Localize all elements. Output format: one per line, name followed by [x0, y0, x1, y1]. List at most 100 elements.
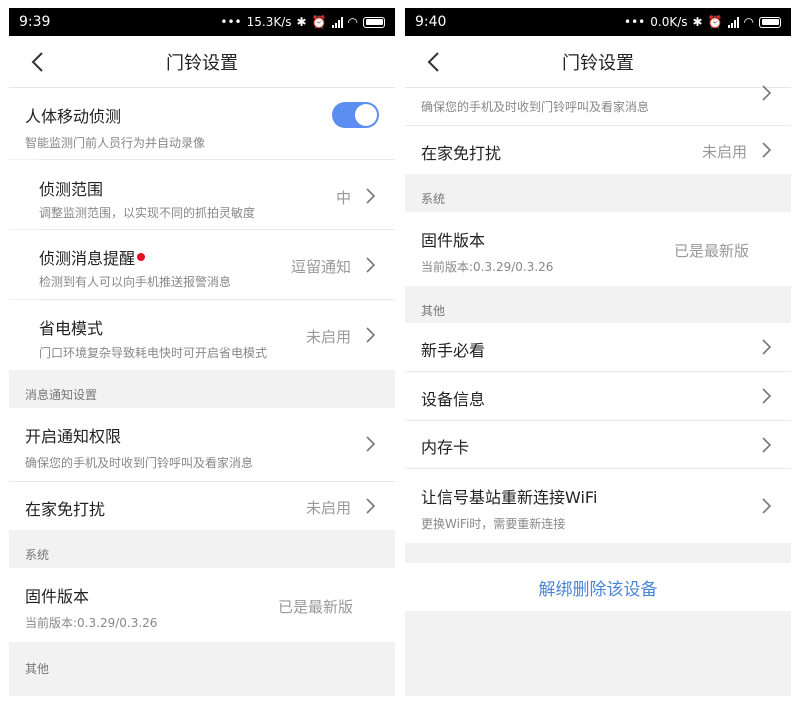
firmware-version: 当前版本:0.3.29/0.3.26: [421, 260, 554, 274]
firmware-label: 固件版本: [421, 231, 486, 250]
network-speed: 0.0K/s: [650, 15, 688, 29]
back-button[interactable]: [419, 48, 447, 76]
bluetooth-icon: ✱: [692, 15, 703, 29]
dnd-value: 未启用: [701, 143, 747, 161]
detect-range-label: 侦测范围: [39, 180, 104, 199]
unbind-device-button[interactable]: 解绑删除该设备: [405, 563, 791, 611]
detect-alert-desc: 检测到有人可以向手机推送报警消息: [39, 275, 232, 289]
more-dots-icon: •••: [220, 15, 242, 29]
section-header-other: 其他: [405, 286, 791, 323]
detect-alert-label-wrap: 侦测消息提醒: [39, 245, 146, 269]
motion-detect-row: 人体移动侦测 智能监测门前人员行为并自动录像: [9, 89, 395, 159]
wifi-icon: ◠: [347, 15, 358, 29]
dnd-label: 在家免打扰: [421, 144, 502, 163]
new-badge-dot: [137, 252, 146, 261]
notify-permission-label: 开启通知权限: [25, 427, 122, 446]
power-save-value: 未启用: [305, 328, 351, 346]
motion-detect-desc: 智能监测门前人员行为并自动录像: [25, 136, 206, 150]
chevron-right-icon: [366, 436, 376, 452]
dnd-value: 未启用: [305, 499, 351, 517]
back-button[interactable]: [23, 48, 51, 76]
chevron-left-icon: [427, 52, 439, 72]
section-header-system: 系统: [9, 530, 395, 568]
firmware-label: 固件版本: [25, 587, 90, 606]
chevron-right-icon: [762, 339, 772, 355]
detect-alert-value: 逗留通知: [290, 258, 351, 276]
toggle-knob: [355, 104, 377, 126]
phone-screen-right: 9:40 ••• 0.0K/s ✱ ⏰ ◠ 门铃设置 确保您的手机及时收到门铃呼…: [405, 8, 791, 696]
battery-icon: [363, 16, 385, 28]
power-save-row[interactable]: 省电模式 门口环境复杂导致耗电快时可开启省电模式 未启用: [9, 300, 395, 370]
notify-permission-row[interactable]: 开启通知权限 确保您的手机及时收到门铃呼叫及看家消息: [9, 408, 395, 481]
network-speed: 15.3K/s: [246, 15, 292, 29]
settings-list: 确保您的手机及时收到门铃呼叫及看家消息 在家免打扰 未启用 系统 固件版本 当前…: [405, 85, 791, 696]
detect-alert-label: 侦测消息提醒: [39, 249, 136, 268]
section-title: 系统: [25, 548, 50, 562]
signal-icon: [727, 16, 739, 28]
unbind-device-label: 解绑删除该设备: [538, 579, 658, 600]
chevron-right-icon: [762, 498, 772, 514]
chevron-right-icon: [366, 257, 376, 273]
detect-range-value: 中: [335, 189, 351, 207]
chevron-right-icon: [762, 388, 772, 404]
power-save-desc: 门口环境复杂导致耗电快时可开启省电模式: [39, 346, 268, 360]
page-title: 门铃设置: [166, 52, 238, 74]
status-bar: 9:39 ••• 15.3K/s ✱ ⏰ ◠: [9, 8, 395, 36]
memory-card-row[interactable]: 内存卡: [405, 421, 791, 468]
settings-list: 人体移动侦测 智能监测门前人员行为并自动录像 侦测范围 调整监测范围，以实现不同…: [9, 89, 395, 696]
wifi-reconnect-label: 让信号基站重新连接WiFi: [421, 488, 598, 507]
firmware-row: 固件版本 当前版本:0.3.29/0.3.26 已是最新版: [9, 568, 395, 642]
beginner-guide-label: 新手必看: [421, 341, 486, 360]
chevron-right-icon: [762, 85, 772, 101]
signal-icon: [331, 16, 343, 28]
dnd-label: 在家免打扰: [25, 500, 106, 519]
chevron-right-icon: [366, 188, 376, 204]
dnd-row[interactable]: 在家免打扰 未启用: [405, 126, 791, 174]
wifi-reconnect-desc: 更换WiFi时，需要重新连接: [421, 517, 566, 531]
device-info-row[interactable]: 设备信息: [405, 372, 791, 420]
notify-permission-desc: 确保您的手机及时收到门铃呼叫及看家消息: [421, 100, 650, 114]
device-info-label: 设备信息: [421, 390, 486, 409]
status-bar: 9:40 ••• 0.0K/s ✱ ⏰ ◠: [405, 8, 791, 36]
status-time: 9:40: [415, 14, 447, 30]
nav-bar: 门铃设置: [405, 36, 791, 88]
alarm-clock-icon: ⏰: [311, 15, 327, 29]
detect-range-desc: 调整监测范围，以实现不同的抓拍灵敏度: [39, 206, 256, 220]
chevron-right-icon: [762, 142, 772, 158]
chevron-right-icon: [366, 498, 376, 514]
more-dots-icon: •••: [624, 15, 646, 29]
nav-bar: 门铃设置: [9, 36, 395, 88]
chevron-right-icon: [762, 437, 772, 453]
motion-detect-toggle[interactable]: [332, 102, 379, 128]
detect-range-row[interactable]: 侦测范围 调整监测范围，以实现不同的抓拍灵敏度 中: [9, 160, 395, 229]
power-save-label: 省电模式: [39, 319, 104, 338]
beginner-guide-row[interactable]: 新手必看: [405, 323, 791, 371]
section-header-system: 系统: [405, 174, 791, 212]
motion-detect-label: 人体移动侦测: [25, 107, 122, 126]
dnd-row[interactable]: 在家免打扰 未启用: [9, 482, 395, 530]
section-title: 消息通知设置: [25, 388, 98, 402]
detect-alert-row[interactable]: 侦测消息提醒 检测到有人可以向手机推送报警消息 逗留通知: [9, 230, 395, 299]
phone-screen-left: 9:39 ••• 15.3K/s ✱ ⏰ ◠ 门铃设置 人体移动侦测 智能监测门…: [9, 8, 395, 696]
wifi-icon: ◠: [743, 15, 754, 29]
section-title: 其他: [421, 304, 446, 318]
section-title: 系统: [421, 192, 446, 206]
section-title: 其他: [25, 662, 50, 676]
bluetooth-icon: ✱: [296, 15, 307, 29]
page-title: 门铃设置: [562, 52, 634, 74]
chevron-left-icon: [31, 52, 43, 72]
status-time: 9:39: [19, 14, 51, 30]
notify-permission-desc: 确保您的手机及时收到门铃呼叫及看家消息: [25, 456, 254, 470]
firmware-status: 已是最新版: [673, 242, 749, 260]
firmware-version: 当前版本:0.3.29/0.3.26: [25, 616, 158, 630]
chevron-right-icon: [366, 327, 376, 343]
memory-card-label: 内存卡: [421, 438, 470, 457]
alarm-clock-icon: ⏰: [707, 15, 723, 29]
wifi-reconnect-row[interactable]: 让信号基站重新连接WiFi 更换WiFi时，需要重新连接: [405, 469, 791, 543]
firmware-row: 固件版本 当前版本:0.3.29/0.3.26 已是最新版: [405, 212, 791, 286]
section-header-notify: 消息通知设置: [9, 370, 395, 408]
firmware-status: 已是最新版: [277, 598, 353, 616]
battery-icon: [759, 16, 781, 28]
section-header-other: 其他: [9, 642, 395, 696]
notify-permission-row[interactable]: 确保您的手机及时收到门铃呼叫及看家消息: [405, 85, 791, 125]
